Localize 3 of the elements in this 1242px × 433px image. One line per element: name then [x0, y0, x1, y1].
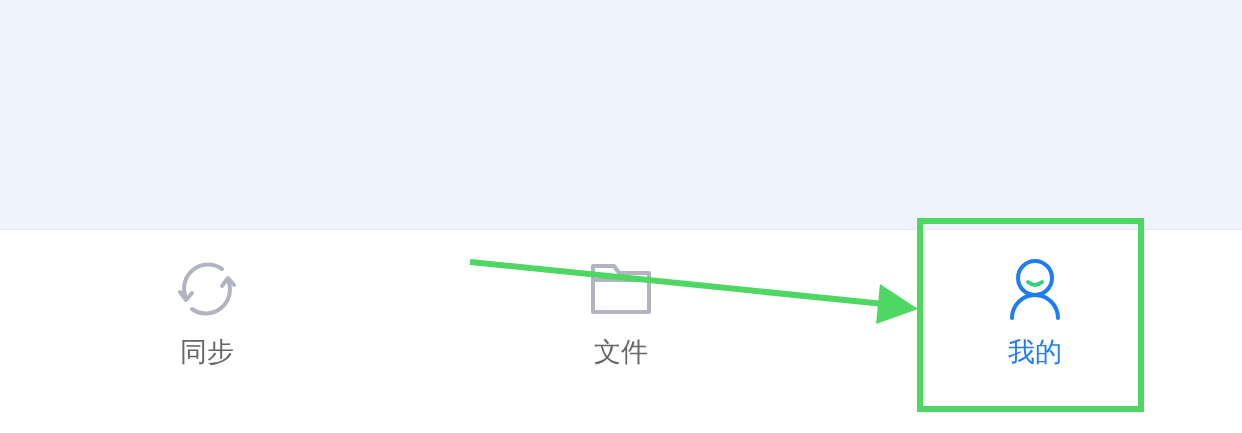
tab[interactable]: 我的: [828, 230, 1242, 433]
tab[interactable]: 同步: [0, 230, 414, 433]
tab[interactable]: 文件: [414, 230, 828, 433]
